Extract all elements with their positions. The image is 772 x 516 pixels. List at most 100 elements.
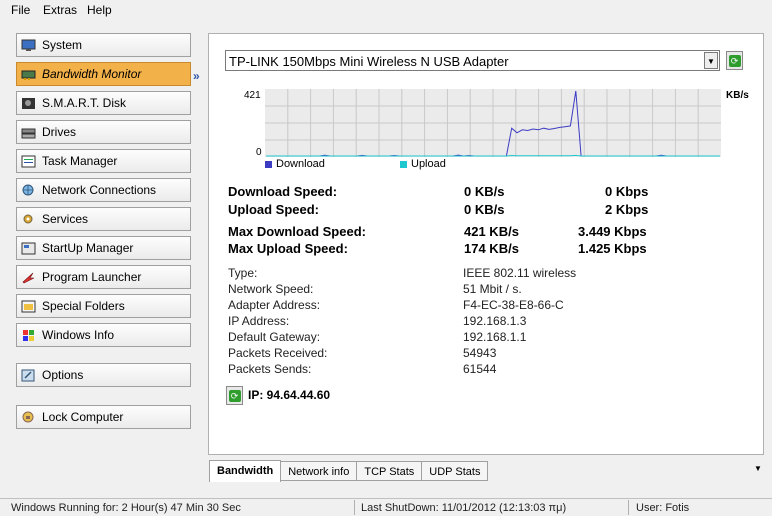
options-icon: [20, 368, 37, 383]
task-manager-icon: [20, 154, 37, 169]
info-label-network-speed: Network Speed:: [228, 282, 314, 296]
status-divider: [354, 500, 355, 515]
tab-udp-stats[interactable]: UDP Stats: [421, 461, 489, 481]
status-last-shutdown: Last ShutDown: 11/01/2012 (12:13:03 πμ): [361, 502, 567, 514]
info-label-adapter-address: Adapter Address:: [228, 298, 321, 312]
info-label-default-gateway: Default Gateway:: [228, 330, 321, 344]
bandwidth-chart: [265, 89, 721, 157]
sidebar-item-label: Special Folders: [42, 299, 125, 313]
sidebar-item-task-manager[interactable]: Task Manager: [16, 149, 191, 173]
public-ip: IP: 94.64.44.60: [248, 388, 331, 402]
legend-swatch: [400, 160, 407, 168]
panel-dropdown-icon[interactable]: ▼: [754, 464, 762, 473]
max-upload-label: Max Upload Speed:: [228, 241, 348, 256]
sidebar-item-label: Services: [42, 212, 89, 226]
info-label-ip-address: IP Address:: [228, 314, 290, 328]
sidebar-item-label: Bandwidth Monitor: [42, 67, 142, 81]
info-value-default-gateway: 192.168.1.1: [463, 330, 527, 344]
max-download-kb: 421 KB/s: [464, 224, 519, 239]
sidebar-item-startup-manager[interactable]: StartUp Manager: [16, 236, 191, 260]
sidebar-item-system[interactable]: System: [16, 33, 191, 57]
active-indicator: »: [193, 69, 200, 83]
legend-upload: Upload: [400, 158, 446, 170]
drives-icon: [20, 125, 37, 140]
upload-speed-kb: 0 KB/s: [464, 202, 505, 217]
sidebar-item-special-folders[interactable]: Special Folders: [16, 294, 191, 318]
download-speed-kb: 0 KB/s: [464, 184, 505, 199]
adapter-select[interactable]: TP-LINK 150Mbps Mini Wireless N USB Adap…: [225, 50, 720, 71]
info-value-adapter-address: F4-EC-38-E8-66-C: [463, 298, 564, 312]
tab-network-info[interactable]: Network info: [280, 461, 358, 481]
chevron-down-icon[interactable]: ▼: [704, 52, 718, 69]
sidebar-item-drives[interactable]: Drives: [16, 120, 191, 144]
legend-label: Download: [276, 158, 325, 170]
sidebar-item-label: Windows Info: [42, 328, 115, 342]
sidebar: System Bandwidth Monitor S.M.A.R.T. Disk…: [0, 20, 205, 498]
sidebar-item-lock-computer[interactable]: Lock Computer: [16, 405, 191, 429]
upload-speed-label: Upload Speed:: [228, 202, 320, 217]
info-value-ip-address: 192.168.1.3: [463, 314, 527, 328]
monitor-icon: [20, 38, 37, 53]
tab-bar: Bandwidth Network info TCP Stats UDP Sta…: [209, 460, 489, 482]
max-upload-kb: 174 KB/s: [464, 241, 519, 256]
tab-bandwidth[interactable]: Bandwidth: [209, 460, 282, 482]
menu-help[interactable]: Help: [87, 3, 112, 17]
max-download-label: Max Download Speed:: [228, 224, 366, 239]
windows-icon: [20, 328, 37, 343]
upload-speed-kbps: 2 Kbps: [605, 202, 649, 217]
status-user: User: Fotis: [636, 502, 690, 514]
info-label-packets-sends: Packets Sends:: [228, 362, 312, 376]
download-speed-label: Download Speed:: [228, 184, 338, 199]
refresh-icon: ⟳: [728, 54, 741, 67]
sidebar-item-network-connections[interactable]: Network Connections: [16, 178, 191, 202]
globe-icon: [20, 183, 37, 198]
legend-download: Download: [265, 158, 325, 170]
sidebar-item-label: Options: [42, 368, 84, 382]
info-label-type: Type:: [228, 266, 258, 280]
status-divider: [628, 500, 629, 515]
sidebar-item-program-launcher[interactable]: Program Launcher: [16, 265, 191, 289]
legend-swatch: [265, 160, 272, 168]
sidebar-item-label: StartUp Manager: [42, 241, 134, 255]
sidebar-item-label: Program Launcher: [42, 270, 142, 284]
adapter-select-value: TP-LINK 150Mbps Mini Wireless N USB Adap…: [229, 54, 509, 69]
services-icon: [20, 212, 37, 227]
info-label-packets-received: Packets Received:: [228, 346, 328, 360]
menu-file[interactable]: File: [11, 3, 30, 17]
graph-max-label: 421: [244, 90, 261, 101]
menu-extras[interactable]: Extras: [43, 3, 77, 17]
lock-icon: [20, 410, 37, 425]
tab-tcp-stats[interactable]: TCP Stats: [356, 461, 423, 481]
sidebar-item-label: Network Connections: [42, 183, 157, 197]
sidebar-item-smart-disk[interactable]: S.M.A.R.T. Disk: [16, 91, 191, 115]
ip-refresh-button[interactable]: ⟳: [226, 386, 243, 405]
sidebar-item-label: Task Manager: [42, 154, 118, 168]
sidebar-item-windows-info[interactable]: Windows Info: [16, 323, 191, 347]
sidebar-item-services[interactable]: Services: [16, 207, 191, 231]
info-value-network-speed: 51 Mbit / s.: [463, 282, 522, 296]
menu-bar: File Extras Help: [0, 0, 772, 20]
sidebar-item-label: System: [42, 38, 83, 52]
info-value-packets-received: 54943: [463, 346, 497, 360]
graph-unit-label: KB/s: [726, 90, 749, 101]
max-upload-kbps: 1.425 Kbps: [578, 241, 647, 256]
network-card-icon: [20, 67, 37, 82]
sidebar-item-options[interactable]: Options: [16, 363, 191, 387]
launcher-icon: [20, 270, 37, 285]
status-bar: Windows Running for: 2 Hour(s) 47 Min 30…: [0, 498, 772, 516]
legend-label: Upload: [411, 158, 446, 170]
refresh-icon: ⟳: [228, 389, 241, 402]
sidebar-item-label: S.M.A.R.T. Disk: [42, 96, 127, 110]
status-uptime: Windows Running for: 2 Hour(s) 47 Min 30…: [11, 502, 241, 514]
download-speed-kbps: 0 Kbps: [605, 184, 649, 199]
bandwidth-graph: [265, 89, 721, 157]
info-value-type: IEEE 802.11 wireless: [463, 266, 577, 280]
sidebar-item-label: Lock Computer: [42, 410, 124, 424]
max-download-kbps: 3.449 Kbps: [578, 224, 647, 239]
sidebar-item-bandwidth-monitor[interactable]: Bandwidth Monitor: [16, 62, 191, 86]
adapter-refresh-button[interactable]: ⟳: [726, 51, 743, 70]
startup-icon: [20, 241, 37, 256]
info-value-packets-sends: 61544: [463, 362, 497, 376]
disk-icon: [20, 96, 37, 111]
folder-icon: [20, 299, 37, 314]
